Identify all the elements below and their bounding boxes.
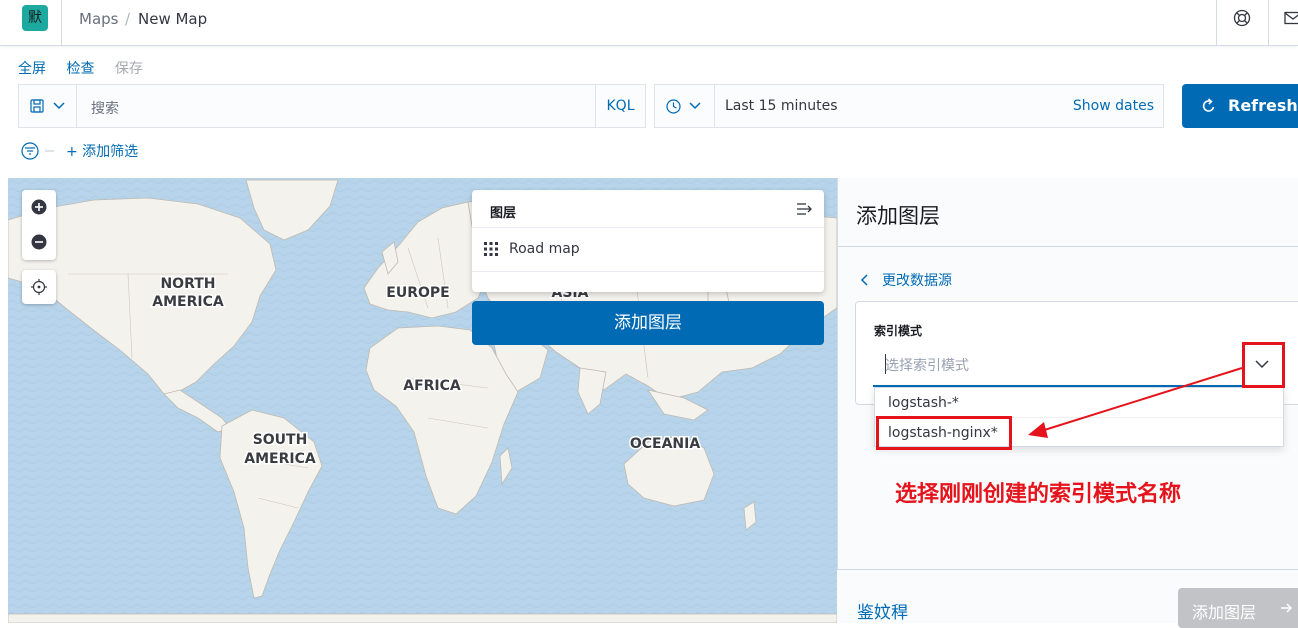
kql-toggle-button[interactable]: KQL [595,85,645,127]
app-logo[interactable]: 默 [22,5,48,31]
chevron-down-icon [689,102,701,110]
show-dates-link[interactable]: Show dates [1073,98,1154,114]
header-divider [61,0,62,46]
add-layer-submit-button[interactable]: 添加图层 [1178,588,1298,628]
fullscreen-link[interactable]: 全屏 [18,61,46,77]
annotation-arrow-icon [1028,367,1243,438]
map-label-south-america: AMERICA [244,451,316,467]
top-header: 默 Maps / New Map [0,0,1298,46]
refresh-label: Refresh [1228,96,1298,115]
zoom-in-icon[interactable] [31,199,47,215]
option-logstash[interactable]: logstash-* [888,395,959,411]
clock-icon [666,99,681,114]
layer-item-road-map[interactable]: Road map [472,227,824,272]
index-pattern-input[interactable]: 选择索引模式 [885,355,969,375]
time-range-label[interactable]: Last 15 minutes [725,98,838,114]
header-divider [1216,0,1217,46]
query-bar: 搜索 KQL [18,84,646,128]
layers-title: 图层 [490,206,517,221]
quick-menu-button[interactable] [655,85,715,127]
breadcrumb-maps[interactable]: Maps [79,10,118,28]
breadcrumb-separator: / [125,10,131,28]
zoom-controls [22,190,56,260]
breadcrumb-new-map: New Map [138,10,208,28]
map-label-north-america: NORTH [160,276,215,292]
header-divider [1268,0,1269,46]
add-layer-submit-label: 添加图层 [1192,603,1257,622]
add-filter-link[interactable]: + 添加筛选 [66,141,138,161]
divider [838,246,1298,247]
geolocate-control[interactable] [22,270,56,304]
layer-item-label: Road map [509,241,580,257]
change-data-source-link[interactable]: 更改数据源 [882,270,952,290]
map-label-europe: EUROPE [386,285,449,301]
help-icon[interactable] [1233,9,1251,27]
flyout-title: 添加图层 [856,204,940,228]
mail-icon[interactable] [1284,9,1298,27]
flyout-footer: 鉴妏稈 添加图层 [837,569,1298,628]
zoom-out-icon[interactable] [31,234,47,250]
refresh-button[interactable]: Refresh [1182,84,1298,128]
search-input[interactable]: 搜索 [91,98,119,118]
grid-icon [484,242,498,256]
map-label-south-america: SOUTH [253,432,308,448]
save-icon [30,99,44,113]
chevron-down-icon [53,102,65,110]
chevron-left-icon[interactable] [860,274,868,286]
annotation-text: 选择刚刚创建的索引模式名称 [895,482,1182,507]
refresh-icon [1202,98,1215,112]
arrow-right-icon [1281,603,1292,613]
annotation-highlight-box [876,416,1012,450]
layer-control-panel: 图层 Road map [472,190,824,292]
index-pattern-label: 索引模式 [874,324,923,338]
filter-icon[interactable] [20,142,60,160]
inspect-link[interactable]: 检查 [66,61,94,77]
saved-query-button[interactable] [19,85,77,127]
time-picker: Last 15 minutes Show dates [654,84,1164,128]
collapse-panel-icon[interactable] [796,202,814,216]
top-nav-menu: 全屏 检查 保存 [18,58,159,78]
map-label-north-america: AMERICA [152,294,224,310]
map-label-oceania: OCEANIA [630,436,701,452]
cancel-button[interactable]: 鉴妏稈 [857,598,908,623]
crosshair-icon [31,279,47,295]
add-layer-button[interactable]: 添加图层 [472,301,824,345]
save-link[interactable]: 保存 [115,61,143,77]
map-label-africa: AFRICA [403,378,461,394]
